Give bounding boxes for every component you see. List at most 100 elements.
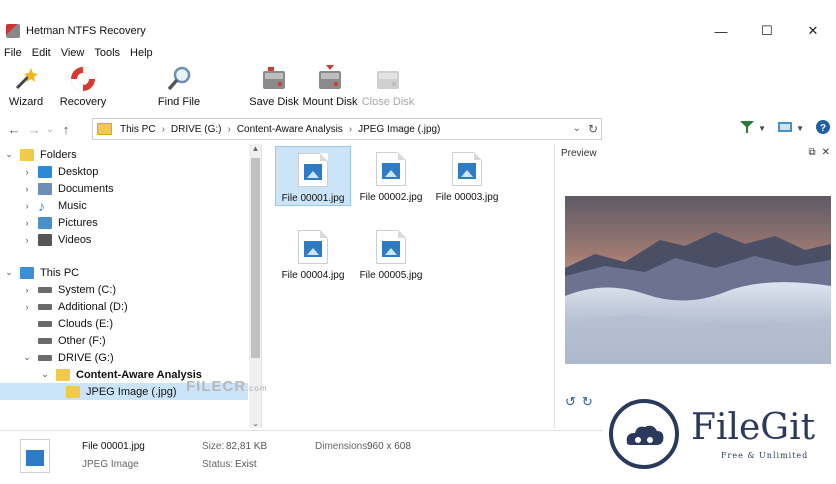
file-item[interactable]: File 00004.jpg: [275, 224, 351, 284]
file-item[interactable]: File 00002.jpg: [353, 146, 429, 206]
close-button[interactable]: ✕: [790, 18, 836, 44]
recovery-button[interactable]: Recovery: [58, 64, 108, 112]
wizard-wand-icon: [12, 65, 40, 93]
tree-item-documents[interactable]: › Documents: [0, 180, 248, 197]
back-arrow-icon[interactable]: ←: [4, 119, 24, 139]
chevron-down-icon[interactable]: ⌄: [4, 267, 14, 278]
chevron-down-icon[interactable]: ⌄: [40, 369, 50, 380]
chevron-right-icon[interactable]: ›: [22, 302, 32, 312]
chevron-right-icon[interactable]: ›: [22, 184, 32, 194]
file-item[interactable]: File 00001.jpg: [275, 146, 351, 206]
tree-item-folders[interactable]: ⌄ Folders: [0, 146, 248, 163]
music-icon: ♪: [38, 197, 45, 214]
save-disk-button[interactable]: Save Disk: [249, 64, 299, 112]
mount-disk-icon: [316, 65, 344, 93]
tree-item-this-pc[interactable]: ⌄ This PC: [0, 264, 248, 281]
jpeg-file-icon: [298, 230, 328, 264]
file-item[interactable]: File 00005.jpg: [353, 224, 429, 284]
status-file-type: JPEG Image: [82, 459, 139, 470]
status-label: Status:: [202, 459, 234, 470]
folder-icon: [20, 148, 34, 161]
filecr-watermark: FILECR.com: [186, 378, 268, 395]
path-dropdown-icon[interactable]: ⌄: [573, 123, 581, 134]
breadcrumb-content-aware[interactable]: Content-Aware Analysis: [237, 124, 343, 135]
svg-text:?: ?: [820, 123, 826, 134]
drive-icon: [38, 320, 52, 327]
scroll-up-icon[interactable]: ▲: [249, 144, 261, 153]
history-chevron-icon[interactable]: ⌄: [44, 119, 56, 139]
tree-item-pictures[interactable]: › Pictures: [0, 214, 248, 231]
minimize-button[interactable]: —: [698, 18, 744, 44]
maximize-button[interactable]: ☐: [744, 18, 790, 44]
save-disk-icon: [260, 65, 288, 93]
tree-item-other-f[interactable]: Other (F:): [0, 332, 248, 349]
breadcrumb-this-pc[interactable]: This PC: [120, 124, 156, 135]
menu-file[interactable]: File: [4, 47, 22, 59]
close-disk-button[interactable]: Close Disk: [362, 64, 414, 112]
close-disk-icon: [374, 65, 402, 93]
jpeg-file-icon: [298, 153, 328, 187]
breadcrumb-jpeg[interactable]: JPEG Image (.jpg): [358, 124, 440, 135]
menu-view[interactable]: View: [61, 47, 85, 59]
status-dimensions-label: Dimensions:: [315, 441, 371, 452]
view-mode-icon[interactable]: [778, 121, 793, 136]
drive-icon: [38, 303, 52, 310]
computer-icon: [20, 266, 34, 279]
status-size-label: Size:: [202, 441, 225, 452]
search-folder-icon: [56, 368, 70, 381]
chevron-right-icon[interactable]: ›: [22, 285, 32, 295]
lifebuoy-icon: [69, 65, 97, 93]
chevron-down-icon[interactable]: ⌄: [22, 352, 32, 363]
tree-item-desktop[interactable]: › Desktop: [0, 163, 248, 180]
mount-disk-button[interactable]: Mount Disk: [302, 64, 358, 112]
preview-close-icon[interactable]: ✕: [822, 147, 830, 158]
filter-dropdown-icon[interactable]: ▼: [758, 124, 766, 133]
rotate-left-icon[interactable]: ↺: [565, 394, 576, 410]
jpeg-file-icon: [452, 152, 482, 186]
rotate-right-icon[interactable]: ↻: [582, 394, 593, 410]
up-arrow-icon[interactable]: ↑: [56, 119, 76, 139]
tree-item-clouds-e[interactable]: Clouds (E:): [0, 315, 248, 332]
menu-bar: File Edit View Tools Help: [0, 44, 163, 62]
scroll-down-icon[interactable]: ⌄: [249, 419, 261, 428]
find-file-button[interactable]: Find File: [154, 64, 204, 112]
tree-item-music[interactable]: › ♪ Music: [0, 197, 248, 214]
tree-item-drive-g[interactable]: ⌄ DRIVE (G:): [0, 349, 248, 366]
breadcrumb-drive-g[interactable]: DRIVE (G:): [171, 124, 222, 135]
address-bar: ← → ⌄ ↑ This PC › DRIVE (G:) › Content-A…: [0, 118, 836, 140]
filegit-tagline: Free & Unlimited: [721, 451, 809, 460]
tree-item-videos[interactable]: › Videos: [0, 231, 248, 248]
status-dimensions-value: 960 x 608: [367, 441, 411, 452]
chevron-right-icon[interactable]: ›: [22, 201, 32, 211]
chevron-right-icon[interactable]: ›: [22, 218, 32, 228]
scrollbar-thumb[interactable]: [251, 158, 260, 358]
wizard-button[interactable]: Wizard: [6, 64, 46, 112]
dock-icon[interactable]: ⧉: [808, 147, 815, 158]
file-item[interactable]: File 00003.jpg: [429, 146, 505, 206]
file-grid: File 00001.jpg File 00002.jpg File 00003…: [263, 144, 553, 428]
view-tools: ▼ ▼ ?: [740, 120, 830, 137]
chevron-down-icon[interactable]: ⌄: [4, 149, 14, 160]
chevron-right-icon[interactable]: ›: [22, 167, 32, 177]
folder-icon: [66, 385, 80, 398]
tree-item-additional-d[interactable]: › Additional (D:): [0, 298, 248, 315]
pictures-icon: [38, 216, 52, 229]
status-value: Exist: [235, 459, 257, 470]
filegit-logo-icon: [609, 399, 679, 469]
menu-edit[interactable]: Edit: [32, 47, 51, 59]
tree-item-system-c[interactable]: › System (C:): [0, 281, 248, 298]
filter-icon[interactable]: [740, 121, 755, 136]
breadcrumb-separator-icon: ›: [348, 123, 353, 135]
help-icon[interactable]: ?: [816, 120, 830, 137]
path-box[interactable]: This PC › DRIVE (G:) › Content-Aware Ana…: [92, 118, 602, 140]
chevron-right-icon[interactable]: ›: [22, 235, 32, 245]
view-dropdown-icon[interactable]: ▼: [796, 124, 804, 133]
refresh-icon[interactable]: ↻: [588, 122, 598, 136]
menu-tools[interactable]: Tools: [94, 47, 120, 59]
forward-arrow-icon[interactable]: →: [24, 119, 44, 139]
menu-help[interactable]: Help: [130, 47, 153, 59]
toolbar: Wizard Recovery Find File Save Disk Moun…: [0, 64, 836, 112]
preview-image: [565, 196, 831, 364]
videos-icon: [38, 233, 52, 246]
magnifier-icon: [165, 65, 193, 93]
